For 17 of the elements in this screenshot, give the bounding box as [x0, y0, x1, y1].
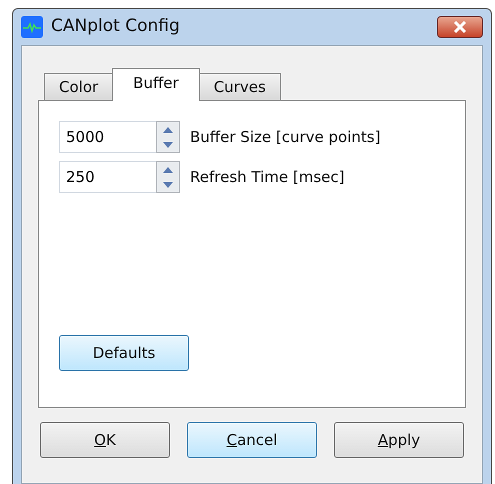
dialog-button[interactable]: OK [40, 422, 170, 458]
app-icon [21, 16, 43, 38]
number-field[interactable]: 250 [59, 161, 156, 193]
tab[interactable]: Color [44, 73, 114, 100]
spin-buttons[interactable] [156, 121, 180, 153]
close-icon [453, 21, 467, 33]
tab[interactable]: Curves [198, 73, 281, 100]
dialog-button[interactable]: Apply [334, 422, 464, 458]
tab[interactable]: Buffer [112, 68, 200, 101]
number-field[interactable]: 5000 [59, 121, 156, 153]
field-label: Refresh Time [msec] [190, 166, 344, 188]
window-title: CANplot Config [51, 15, 180, 38]
defaults-button[interactable]: Defaults [59, 335, 189, 371]
close-button[interactable] [437, 16, 483, 38]
field-label: Buffer Size [curve points] [190, 126, 380, 148]
dialog-button[interactable]: Cancel [187, 422, 317, 458]
spin-buttons[interactable] [156, 161, 180, 193]
